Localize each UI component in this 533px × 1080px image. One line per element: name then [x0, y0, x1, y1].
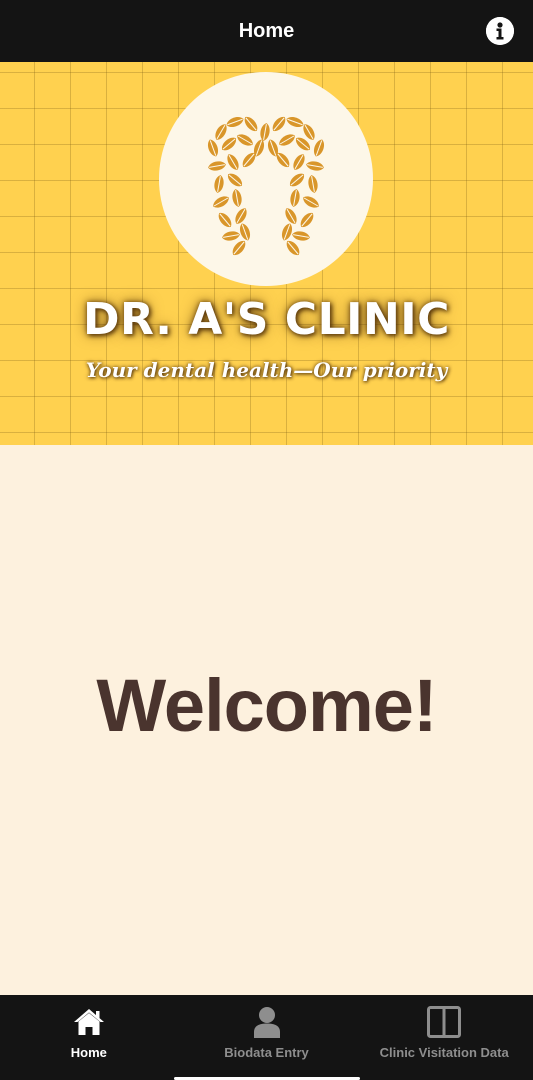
main-content: Welcome! [0, 445, 533, 995]
tab-clinic-visitation-data-label: Clinic Visitation Data [379, 1045, 509, 1060]
info-icon [486, 17, 514, 45]
tab-home-label: Home [70, 1045, 107, 1060]
app-header: Home [0, 0, 533, 62]
tab-clinic-visitation-data[interactable]: Clinic Visitation Data [355, 995, 533, 1080]
tab-biodata-entry-label: Biodata Entry [224, 1045, 309, 1060]
tab-home[interactable]: Home [0, 995, 178, 1080]
clinic-name: DR. A'S CLINIC [83, 294, 450, 345]
info-button[interactable] [486, 17, 514, 45]
bottom-tab-bar: Home Biodata Entry Clinic Visitation Dat… [0, 995, 533, 1080]
clinic-tagline: Your dental health—Our priority [85, 358, 448, 382]
home-icon [72, 1005, 106, 1039]
clinic-banner: DR. A'S CLINIC Your dental health—Our pr… [0, 62, 533, 445]
page-title: Home [238, 19, 295, 42]
logo-badge [159, 72, 373, 286]
split-panel-icon [427, 1005, 462, 1039]
tab-biodata-entry[interactable]: Biodata Entry [178, 995, 356, 1080]
tooth-leaves-logo [205, 113, 327, 259]
welcome-heading: Welcome! [96, 664, 437, 747]
person-icon [250, 1005, 284, 1039]
